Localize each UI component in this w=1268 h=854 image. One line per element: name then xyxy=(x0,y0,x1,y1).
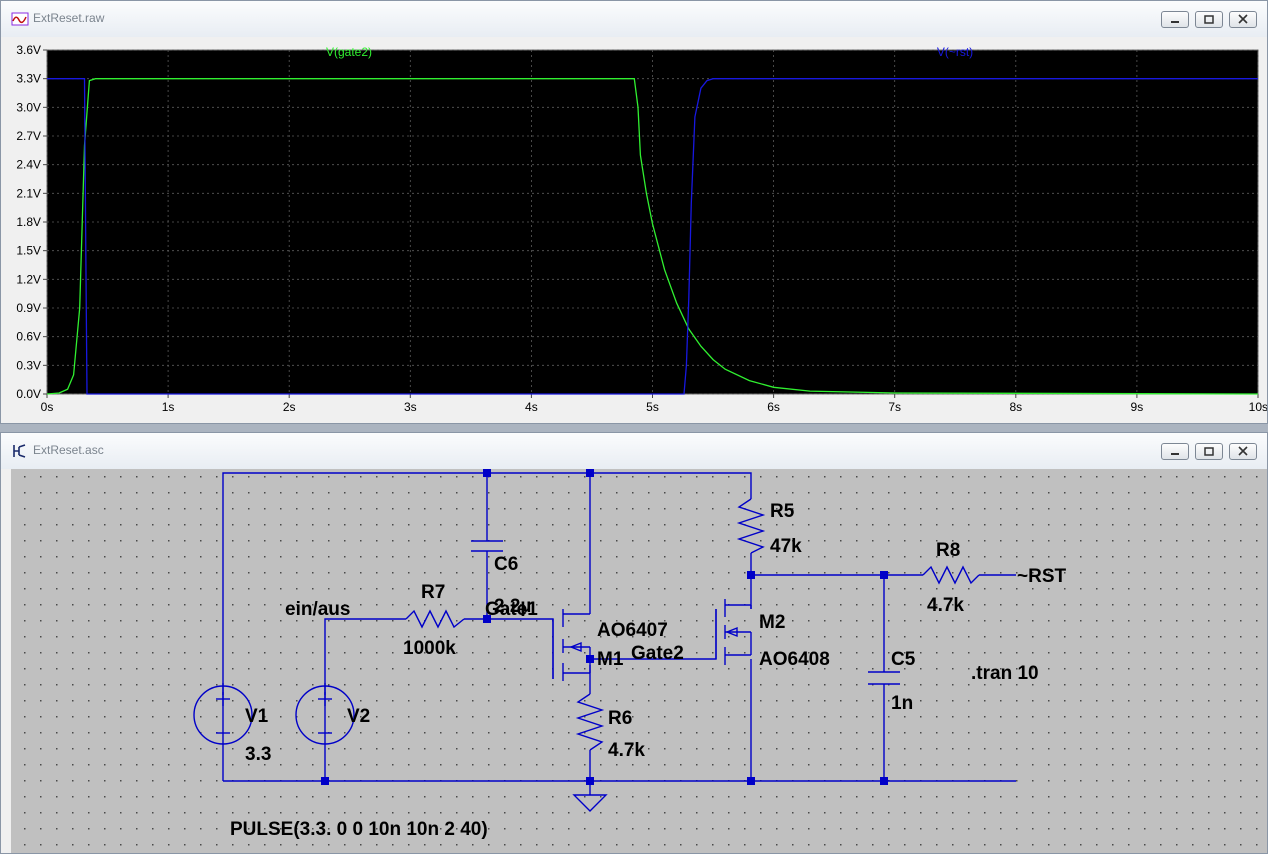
r5-value-label: 47k xyxy=(770,536,802,557)
x-tick-label: 1s xyxy=(162,400,175,414)
y-tick-label: 0.0V xyxy=(16,387,41,401)
r6-value-label: 4.7k xyxy=(608,740,645,761)
y-tick-label: 3.6V xyxy=(16,43,41,57)
x-tick-label: 5s xyxy=(646,400,659,414)
x-tick-label: 2s xyxy=(283,400,296,414)
c5-value-label: 1n xyxy=(891,693,913,714)
r7-value-label: 1000k xyxy=(403,638,456,659)
y-tick-label: 2.1V xyxy=(16,186,41,200)
v1-ref-label: V1 xyxy=(245,706,269,727)
rst-net-label: ~RST xyxy=(1017,566,1066,587)
m2-ref-label: M2 xyxy=(759,612,785,633)
schematic-close-button[interactable] xyxy=(1229,443,1257,460)
y-tick-label: 1.2V xyxy=(16,272,41,286)
waveform-app-icon xyxy=(11,12,29,26)
waveform-window-title: ExtReset.raw xyxy=(33,11,105,25)
ein-aus-net-label: ein/aus xyxy=(285,599,350,620)
minimize-icon xyxy=(1171,453,1179,455)
schematic-window[interactable]: ExtReset.asc V1 3.3 V2 C6 2.2µ R7 1000k … xyxy=(0,432,1268,854)
schematic-app-icon xyxy=(13,444,26,458)
minimize-icon xyxy=(1171,21,1179,23)
x-tick-label: 0s xyxy=(41,400,54,414)
waveform-restore-button[interactable] xyxy=(1195,11,1223,28)
y-tick-label: 0.3V xyxy=(16,358,41,372)
x-tick-label: 3s xyxy=(404,400,417,414)
v1-value-label: 3.3 xyxy=(245,744,271,765)
r6-ref-label: R6 xyxy=(608,708,632,729)
y-tick-label: 2.7V xyxy=(16,129,41,143)
m1-ref-label: M1 xyxy=(597,649,624,670)
x-tick-label: 9s xyxy=(1131,400,1144,414)
close-icon xyxy=(1238,446,1248,456)
schematic-restore-button[interactable] xyxy=(1195,443,1223,460)
x-tick-label: 6s xyxy=(767,400,780,414)
r8-value-label: 4.7k xyxy=(927,595,964,616)
x-tick-label: 7s xyxy=(888,400,901,414)
waveform-minimize-button[interactable] xyxy=(1161,11,1189,28)
v2-ref-label: V2 xyxy=(347,706,370,727)
r7-ref-label: R7 xyxy=(421,582,445,603)
waveform-plot[interactable]: 0.0V 0.3V 0.6V 0.9V 1.2V 1.5V 1.8V 2.1V 2.4V 2.7V… xyxy=(1,37,1267,423)
restore-icon xyxy=(1204,15,1214,24)
x-tick-label: 4s xyxy=(525,400,538,414)
r8-ref-label: R8 xyxy=(936,540,960,561)
close-icon xyxy=(1238,14,1248,24)
x-tick-label: 10s xyxy=(1249,400,1267,414)
x-tick-label: 8s xyxy=(1009,400,1022,414)
y-tick-label: 1.5V xyxy=(16,244,41,258)
schematic-minimize-button[interactable] xyxy=(1161,443,1189,460)
schematic-window-title: ExtReset.asc xyxy=(33,443,104,457)
r5-ref-label: R5 xyxy=(770,501,795,522)
restore-icon xyxy=(1204,447,1214,456)
tran-directive[interactable]: .tran 10 xyxy=(971,663,1039,684)
c5-ref-label: C5 xyxy=(891,649,916,670)
y-tick-label: 3.3V xyxy=(16,72,41,86)
y-tick-label: 3.0V xyxy=(16,100,41,114)
waveform-close-button[interactable] xyxy=(1229,11,1257,28)
trace-label-gate2[interactable]: V(gate2) xyxy=(326,45,372,59)
schematic-canvas[interactable]: V1 3.3 V2 C6 2.2µ R7 1000k M1 AO6407 M2 … xyxy=(1,469,1267,853)
gate2-net-label: Gate2 xyxy=(631,643,684,664)
y-tick-label: 1.8V xyxy=(16,215,41,229)
m2-model-label: AO6408 xyxy=(759,649,830,670)
trace-label-rst[interactable]: V(~rst) xyxy=(937,45,973,59)
m1-model-label: AO6407 xyxy=(597,620,668,641)
v2-pulse-value-label: PULSE(3.3. 0 0 10n 10n 2 40) xyxy=(230,819,488,840)
gate1-net-label: Gate1 xyxy=(485,599,538,620)
y-tick-label: 2.4V xyxy=(16,158,41,172)
waveform-titlebar[interactable]: ExtReset.raw xyxy=(1,1,1267,37)
y-tick-label: 0.9V xyxy=(16,301,41,315)
waveform-window[interactable]: ExtReset.raw 0.0V 0.3V 0.6V 0.9V 1.2V 1.5V 1.8… xyxy=(0,0,1268,424)
schematic-titlebar[interactable]: ExtReset.asc xyxy=(1,433,1267,469)
y-tick-label: 0.6V xyxy=(16,330,41,344)
c6-ref-label: C6 xyxy=(494,554,518,575)
